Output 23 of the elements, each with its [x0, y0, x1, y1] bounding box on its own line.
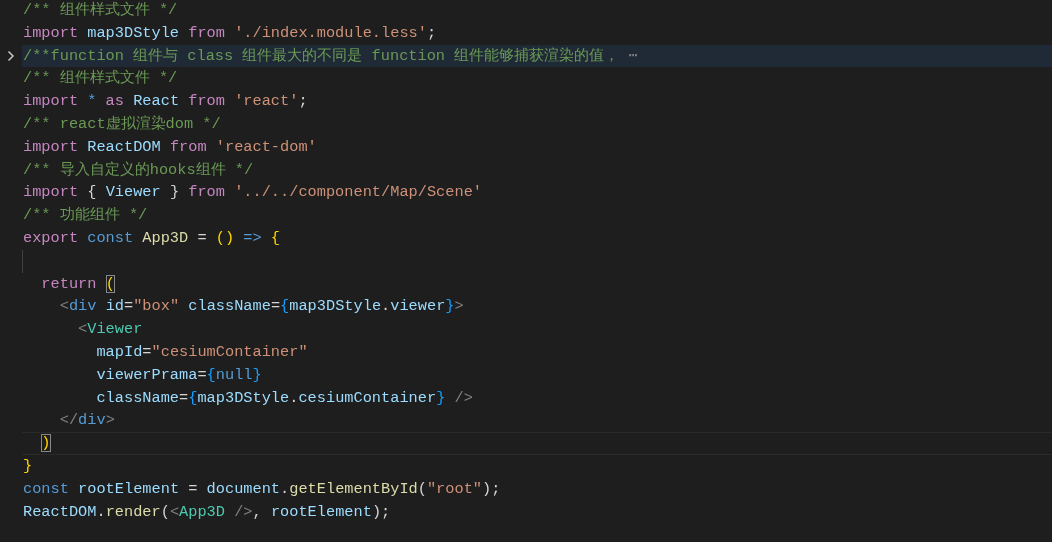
- code-line: import { Viewer } from '../../component/Map/Scene': [23, 182, 482, 204]
- code-line: /** 导入自定义的hooks组件 */: [23, 159, 254, 181]
- code-line: /**function 组件与 class 组件最大的不同是 function 组件能够捕获渲染的值， ⋯: [23, 45, 638, 67]
- code-line: <Viewer: [77, 319, 143, 341]
- code-line: export const App3D = () => {: [23, 227, 281, 249]
- code-line: import * as React from 'react';: [23, 91, 308, 113]
- code-line: ReactDOM.render(<App3D />, rootElement);: [23, 501, 391, 523]
- expand-chevron-icon[interactable]: [7, 50, 15, 62]
- code-line: /** 功能组件 */: [23, 205, 148, 227]
- code-line: import ReactDOM from 'react-dom': [23, 136, 317, 158]
- code-line: className={map3DStyle.cesiumContainer} />: [95, 387, 473, 409]
- code-line: return (: [40, 273, 115, 295]
- code-line: }: [23, 455, 33, 477]
- code-line: import map3DStyle from './index.module.less';: [23, 22, 437, 44]
- code-line: </div>: [58, 410, 115, 432]
- code-line: /** 组件样式文件 */: [23, 68, 178, 90]
- code-line: /** react虚拟渲染dom */: [23, 114, 221, 135]
- code-line: mapId="cesiumContainer": [95, 341, 308, 363]
- code-line: <div id="box" className={map3DStyle.viewer}>: [58, 296, 464, 318]
- code-line: ): [40, 433, 51, 455]
- code-line: const rootElement = document.getElementById("root");: [23, 478, 501, 500]
- code-line: /** 组件样式文件 */: [23, 0, 178, 21]
- code-line: viewerPrama={null}: [95, 364, 262, 386]
